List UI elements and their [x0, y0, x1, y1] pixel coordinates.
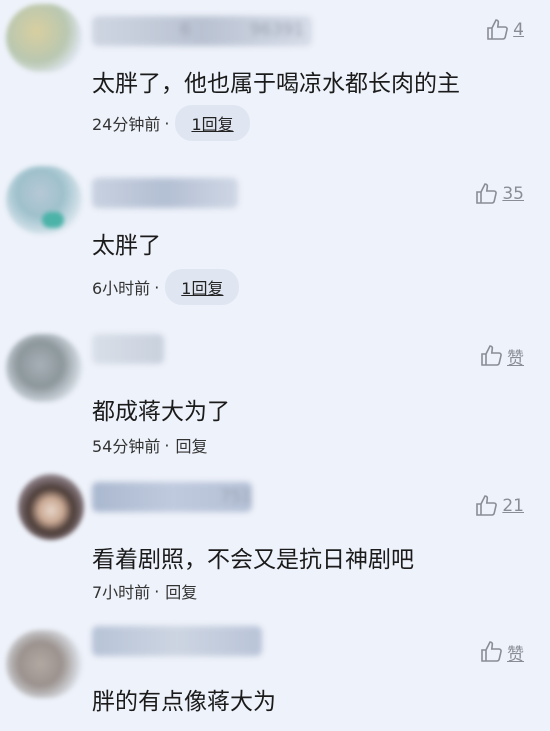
username-fragment: 751 [220, 487, 253, 507]
comment-text: 胖的有点像蒋大为 [92, 689, 276, 715]
like-button[interactable]: 21 [475, 492, 524, 520]
like-count: 35 [502, 184, 524, 204]
separator-dot: · [154, 581, 160, 601]
comment-meta: 24分钟前 · 1回复 [92, 105, 250, 141]
avatar[interactable] [6, 630, 82, 698]
like-button[interactable]: 赞 [480, 342, 524, 370]
separator-dot: · [154, 277, 160, 297]
reply-button[interactable]: 回复 [175, 433, 207, 457]
comment-text: 太胖了，他也属于喝凉水都长肉的主 [92, 71, 460, 97]
comment-item: 751 21 看着剧照，不会又是抗日神剧吧 7小时前 · 回复 [0, 470, 550, 620]
username-blurred[interactable] [92, 178, 238, 208]
thumbs-up-icon [476, 183, 498, 204]
separator-dot: · [164, 113, 170, 133]
avatar-accent [42, 212, 64, 228]
timestamp: 24分钟前 [92, 115, 161, 134]
comment-meta: 7小时前 · 回复 [92, 574, 197, 608]
reply-button[interactable]: 回复 [165, 579, 197, 603]
comment-item: 35 太胖了 6小时前 · 1回复 [0, 160, 550, 310]
avatar[interactable] [6, 334, 82, 402]
like-count: 赞 [507, 644, 524, 665]
avatar[interactable] [6, 4, 82, 72]
comment-item: 6 96391 4 太胖了，他也属于喝凉水都长肉的主 24分钟前 · 1回复 [0, 0, 550, 150]
username-blurred[interactable] [92, 334, 164, 364]
reply-button[interactable]: 1回复 [175, 105, 250, 141]
like-count: 21 [502, 496, 524, 516]
avatar[interactable] [6, 166, 82, 234]
like-count: 4 [513, 20, 524, 40]
comment-text: 都成蒋大为了 [92, 399, 230, 425]
username-blurred[interactable]: 751 [92, 482, 252, 512]
thumbs-up-icon [481, 641, 502, 662]
comment-meta: 54分钟前 · 回复 [92, 428, 207, 462]
comment-text: 太胖了 [92, 233, 161, 259]
like-button[interactable]: 35 [475, 180, 524, 208]
timestamp: 54分钟前 [92, 437, 161, 456]
like-count: 赞 [507, 348, 524, 369]
username-blurred[interactable] [92, 626, 262, 656]
like-button[interactable]: 4 [486, 16, 524, 44]
timestamp: 6小时前 [92, 279, 151, 298]
comment-text: 看着剧照，不会又是抗日神剧吧 [92, 547, 414, 573]
comment-item: 赞 胖的有点像蒋大为 [0, 616, 550, 731]
thumbs-up-icon [487, 19, 509, 40]
comment-item: 赞 都成蒋大为了 54分钟前 · 回复 [0, 320, 550, 470]
username-fragment: 6 [180, 20, 191, 40]
like-button[interactable]: 赞 [480, 638, 524, 666]
avatar[interactable] [18, 474, 84, 540]
username-fragment: 96391 [250, 20, 305, 40]
thumbs-up-icon [476, 495, 498, 516]
timestamp: 7小时前 [92, 583, 151, 602]
username-blurred[interactable]: 6 96391 [92, 16, 312, 46]
separator-dot: · [164, 435, 170, 455]
comment-meta: 6小时前 · 1回复 [92, 269, 240, 305]
thumbs-up-icon [481, 345, 502, 366]
reply-button[interactable]: 1回复 [165, 269, 240, 305]
